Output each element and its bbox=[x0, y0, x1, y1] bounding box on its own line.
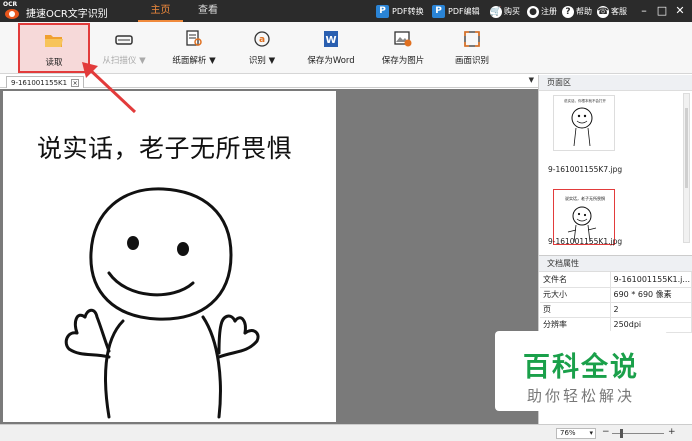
help-label: 帮助 bbox=[576, 7, 592, 16]
table-row: 分辨率 250dpi bbox=[540, 317, 692, 333]
buy-button[interactable]: 🛒 购买 bbox=[490, 4, 520, 19]
zoom-slider-handle[interactable] bbox=[620, 429, 623, 438]
layout-analysis-button[interactable]: 纸面解析 ▼ bbox=[166, 24, 222, 72]
document-canvas[interactable]: 说实话，老子无所畏惧 bbox=[0, 89, 538, 424]
save-word-button[interactable]: W 保存为Word bbox=[300, 24, 362, 72]
properties-table: 文件名 9-161001155K1.j... 元大小 690 * 690 像素 … bbox=[540, 272, 692, 333]
logo-text: OCR bbox=[3, 1, 18, 8]
pdf-convert-button[interactable]: P PDF转换 bbox=[376, 4, 424, 19]
recognize-button[interactable]: a 识别 ▼ bbox=[238, 24, 286, 72]
register-label: 注册 bbox=[541, 7, 557, 16]
help-button[interactable]: ? 帮助 bbox=[562, 4, 592, 19]
tab-view[interactable]: 查看 bbox=[190, 0, 226, 22]
support-button[interactable]: ☎ 客服 bbox=[597, 4, 627, 19]
app-title: 捷速OCR文字识别 bbox=[26, 9, 108, 20]
annotation-arrow bbox=[82, 62, 137, 114]
save-word-label: 保存为Word bbox=[307, 56, 355, 66]
zoom-in-button[interactable]: + bbox=[668, 427, 676, 437]
layout-analysis-label: 纸面解析 ▼ bbox=[172, 56, 216, 66]
document-search-icon bbox=[186, 30, 202, 46]
close-tab-icon[interactable]: × bbox=[71, 79, 80, 87]
meme-caption: 说实话，老子无所畏惧 bbox=[37, 134, 293, 163]
save-image-label: 保存为图片 bbox=[381, 56, 425, 66]
document-page: 说实话，老子无所畏惧 bbox=[3, 91, 336, 422]
svg-text:W: W bbox=[325, 35, 336, 46]
word-icon: W bbox=[324, 31, 338, 47]
support-label: 客服 bbox=[611, 7, 627, 16]
watermark-logo: 百科全说 助你轻松解决 bbox=[495, 331, 667, 411]
property-key: 分辨率 bbox=[540, 317, 611, 333]
buy-label: 购买 bbox=[504, 7, 520, 16]
pdf-icon: P bbox=[432, 5, 445, 18]
stick-figure-illustration bbox=[64, 187, 260, 419]
property-key: 页 bbox=[540, 302, 611, 318]
page-thumbnail-list: 说实话，你根本就不会打开 9-161001155K7.jpg 说实话，老子无所畏… bbox=[539, 91, 692, 255]
thumbnail-scrollbar[interactable] bbox=[683, 93, 690, 243]
thumbnail-caption: 9-161001155K7.jpg bbox=[548, 165, 623, 174]
table-row: 元大小 690 * 690 像素 bbox=[540, 287, 692, 303]
thumbnail-caption: 9-161001155K1.jpg bbox=[548, 237, 623, 246]
table-row: 页 2 bbox=[540, 302, 692, 318]
property-key: 元大小 bbox=[540, 287, 611, 303]
document-tab[interactable]: 9-161001155K1 × bbox=[6, 76, 85, 88]
document-tab-label: 9-161001155K1 bbox=[11, 79, 68, 87]
screen-recognize-label: 画面识别 bbox=[454, 56, 489, 66]
save-image-button[interactable]: 保存为图片 bbox=[374, 24, 432, 72]
pdf-edit-label: PDF编辑 bbox=[448, 7, 480, 16]
zoom-out-button[interactable]: − bbox=[602, 427, 610, 437]
help-icon: ? bbox=[562, 5, 574, 18]
watermark-subtitle: 助你轻松解决 bbox=[526, 387, 635, 405]
thumb-caption-text: 说实话，老子无所畏惧 bbox=[565, 195, 605, 201]
zoom-select[interactable]: 76% bbox=[556, 428, 596, 439]
property-key: 文件名 bbox=[540, 272, 611, 288]
phone-icon: ☎ bbox=[597, 5, 609, 18]
status-bar: 76% − + bbox=[0, 424, 692, 441]
property-value: 690 * 690 像素 bbox=[610, 287, 692, 303]
cart-icon: 🛒 bbox=[490, 5, 502, 18]
eye-icon bbox=[5, 9, 19, 19]
pdf-icon: P bbox=[376, 5, 389, 18]
thumb-caption-text: 说实话，你根本就不会打开 bbox=[564, 98, 606, 103]
read-label: 读取 bbox=[45, 58, 63, 68]
minimize-button[interactable]: – bbox=[637, 4, 651, 18]
page-thumbnail[interactable]: 说实话，你根本就不会打开 bbox=[553, 95, 615, 151]
close-button[interactable]: ✕ bbox=[673, 4, 687, 18]
title-bar: OCR 捷速OCR文字识别 主页 查看 P PDF转换 P PDF编辑 🛒 购买 ● 注… bbox=[0, 0, 692, 22]
app-logo: OCR bbox=[3, 1, 23, 21]
register-button[interactable]: ● 注册 bbox=[527, 4, 557, 19]
scanner-icon bbox=[115, 35, 133, 45]
pdf-edit-button[interactable]: P PDF编辑 bbox=[432, 4, 480, 19]
recognize-label: 识别 ▼ bbox=[248, 56, 276, 66]
watermark-title: 百科全说 bbox=[523, 352, 639, 383]
property-value: 250dpi bbox=[610, 317, 692, 333]
recognize-icon: a bbox=[254, 31, 270, 47]
properties-title: 文档属性 bbox=[539, 256, 692, 272]
screen-recognize-button[interactable]: 画面识别 bbox=[446, 24, 498, 72]
image-save-icon bbox=[394, 31, 412, 47]
folder-open-icon bbox=[45, 35, 63, 47]
pdf-convert-label: PDF转换 bbox=[392, 7, 424, 16]
property-value: 2 bbox=[610, 302, 692, 318]
tab-list-dropdown-icon[interactable]: ▼ bbox=[529, 76, 534, 84]
svg-text:a: a bbox=[259, 35, 265, 45]
user-icon: ● bbox=[527, 5, 539, 18]
screen-capture-icon bbox=[464, 31, 480, 47]
page-panel-title: 页面区 bbox=[539, 75, 692, 91]
tab-home[interactable]: 主页 bbox=[138, 0, 183, 22]
maximize-button[interactable]: □ bbox=[655, 4, 669, 18]
thumbnail-image: 说实话，你根本就不会打开 bbox=[564, 98, 606, 147]
property-value: 9-161001155K1.j... bbox=[610, 272, 692, 288]
table-row: 文件名 9-161001155K1.j... bbox=[540, 272, 692, 288]
